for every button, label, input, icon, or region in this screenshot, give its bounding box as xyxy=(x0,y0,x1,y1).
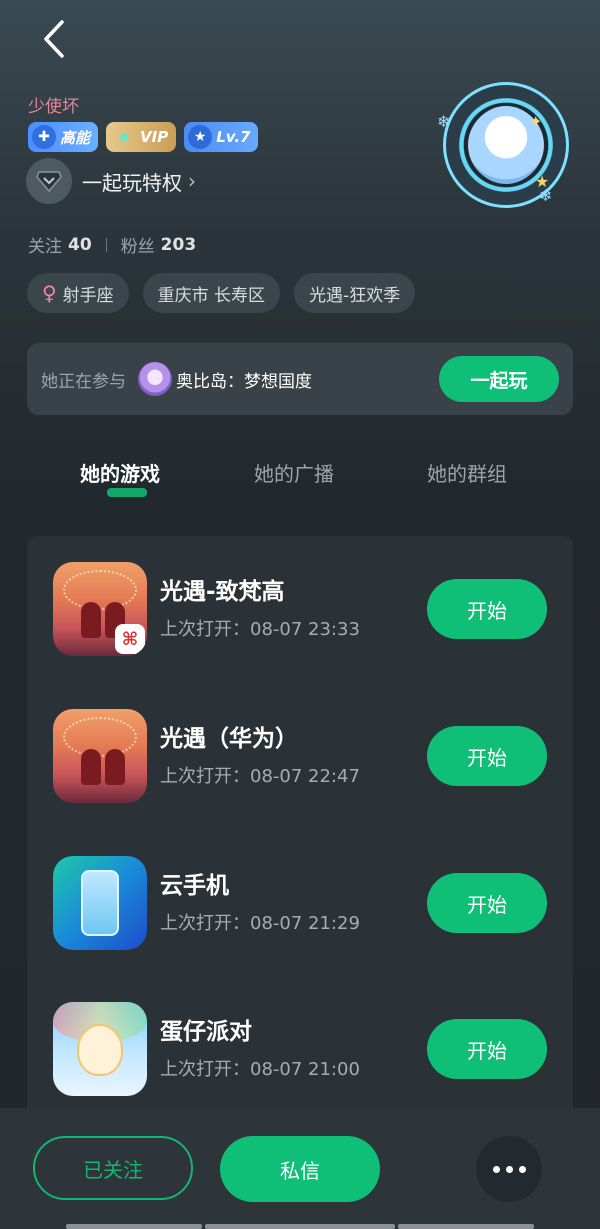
tab-her-groups[interactable]: 她的群组 xyxy=(427,458,507,487)
fans-count[interactable]: 203 xyxy=(161,235,197,255)
gaoneng-badge[interactable]: ✚ 高能 xyxy=(28,122,99,152)
list-item[interactable]: 光遇（华为） 上次打开：08-07 22:47 开始 xyxy=(27,709,573,809)
username: 少使坏 xyxy=(28,97,79,117)
tab-her-games[interactable]: 她的游戏 xyxy=(80,458,160,487)
game-title: 蛋仔派对 xyxy=(160,1019,252,1045)
currently-playing-card: 她正在参与 奥比岛：梦想国度 一起玩 xyxy=(27,343,573,415)
start-button[interactable]: 开始 xyxy=(427,1019,547,1079)
vip-badge-label: VIP xyxy=(140,128,169,146)
game-last-opened: 上次打开：08-07 23:33 xyxy=(160,619,360,640)
following-count[interactable]: 40 xyxy=(68,235,92,255)
avatar[interactable]: ★ ✦ ❄ ❄ xyxy=(437,82,569,208)
back-button[interactable] xyxy=(38,18,70,60)
tag-label: 重庆市 长寿区 xyxy=(157,285,266,306)
playing-prefix: 她正在参与 xyxy=(41,371,126,392)
home-indicator xyxy=(205,1224,395,1229)
start-button[interactable]: 开始 xyxy=(427,579,547,639)
more-options-button[interactable] xyxy=(476,1136,542,1202)
sky-game-icon xyxy=(53,709,147,803)
start-button[interactable]: 开始 xyxy=(427,873,547,933)
tag-location: 重庆市 长寿区 xyxy=(142,273,281,313)
chevron-left-icon xyxy=(44,20,64,58)
netease-logo-icon: ⌘ xyxy=(115,624,145,654)
list-item[interactable]: 云手机 上次打开：08-07 21:29 开始 xyxy=(27,856,573,956)
game-title: 光遇（华为） xyxy=(160,726,298,752)
snowflake-icon: ❄ xyxy=(539,186,553,205)
tag-label: 射手座 xyxy=(62,285,114,306)
followed-button[interactable]: 已关注 xyxy=(33,1136,193,1200)
profile-tabs: 她的游戏 她的广播 她的群组 xyxy=(0,458,600,508)
level-badge[interactable]: ★ Lv.7 xyxy=(184,122,259,152)
tag-zodiac: ♀ 射手座 xyxy=(27,273,129,313)
profile-tags: ♀ 射手座 重庆市 长寿区 光遇-狂欢季 xyxy=(27,273,416,313)
bottom-action-bar: 已关注 私信 xyxy=(0,1108,600,1229)
game-last-opened: 上次打开：08-07 21:00 xyxy=(160,1059,360,1080)
playing-game-name: 奥比岛：梦想国度 xyxy=(176,371,312,392)
game-title: 光遇-致梵高 xyxy=(160,579,285,605)
home-indicator xyxy=(66,1224,202,1229)
gamepad-icon: ✚ xyxy=(32,125,56,149)
level-badge-label: Lv.7 xyxy=(216,128,251,146)
vip-badge[interactable]: ◆ VIP xyxy=(106,122,177,152)
star-decoration-icon: ✦ xyxy=(529,112,543,131)
game-avatar-icon xyxy=(138,362,172,396)
tab-her-broadcasts[interactable]: 她的广播 xyxy=(254,458,334,487)
games-list: ⌘ 光遇-致梵高 上次打开：08-07 23:33 开始 光遇（华为） 上次打开… xyxy=(27,536,573,1136)
privilege-label: 一起玩特权 xyxy=(82,170,182,195)
diamond-icon: ◆ xyxy=(118,129,130,145)
message-button[interactable]: 私信 xyxy=(220,1136,380,1202)
divider xyxy=(105,237,107,252)
chevron-right-icon: › xyxy=(188,169,196,193)
tag-game[interactable]: 光遇-狂欢季 xyxy=(294,273,416,313)
game-title: 云手机 xyxy=(160,873,229,899)
more-dot-icon xyxy=(518,1165,526,1173)
eggy-party-icon xyxy=(53,1002,147,1096)
star-shield-icon: ★ xyxy=(188,125,213,149)
female-icon: ♀ xyxy=(42,281,57,305)
play-together-button[interactable]: 一起玩 xyxy=(439,356,559,402)
tag-label: 光遇-狂欢季 xyxy=(309,285,401,306)
list-item[interactable]: 蛋仔派对 上次打开：08-07 21:00 开始 xyxy=(27,1002,573,1102)
cloud-phone-icon xyxy=(53,856,147,950)
start-button[interactable]: 开始 xyxy=(427,726,547,786)
fans-label: 粉丝 xyxy=(120,237,155,257)
more-dot-icon xyxy=(492,1165,500,1173)
gaoneng-badge-label: 高能 xyxy=(60,128,91,147)
list-item[interactable]: ⌘ 光遇-致梵高 上次打开：08-07 23:33 开始 xyxy=(27,562,573,662)
game-last-opened: 上次打开：08-07 22:47 xyxy=(160,766,360,787)
active-tab-indicator xyxy=(107,488,147,497)
privilege-link[interactable]: 一起玩特权 › xyxy=(26,158,196,204)
sky-game-icon: ⌘ xyxy=(53,562,147,656)
snowflake-icon: ❄ xyxy=(437,112,451,131)
home-indicator xyxy=(398,1224,534,1229)
following-label: 关注 xyxy=(28,237,62,257)
badge-row: ✚ 高能 ◆ VIP ★ Lv.7 xyxy=(28,122,259,152)
privilege-diamond-icon xyxy=(26,158,72,204)
more-dot-icon xyxy=(505,1165,513,1173)
follow-stats: 关注 40 粉丝 203 xyxy=(28,232,197,258)
game-last-opened: 上次打开：08-07 21:29 xyxy=(160,913,360,934)
